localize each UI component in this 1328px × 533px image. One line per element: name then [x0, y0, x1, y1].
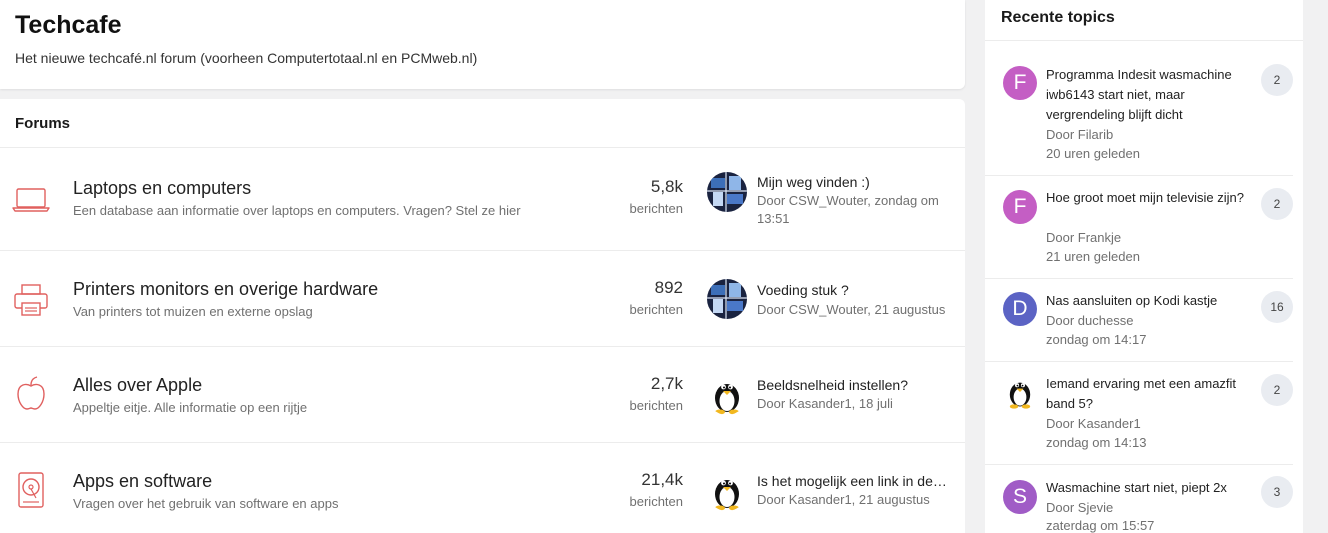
penguin-avatar[interactable]	[707, 375, 747, 415]
hard-drive-icon	[18, 472, 44, 508]
reply-count-badge: 2	[1261, 188, 1293, 220]
topic-author: Door Filarib	[1046, 127, 1114, 142]
reply-count-badge: 3	[1261, 476, 1293, 508]
penguin-avatar[interactable]	[1003, 375, 1037, 409]
penguin-avatar[interactable]	[707, 471, 747, 511]
last-post-meta: Door CSW_Wouter, 21 augustus	[757, 302, 946, 317]
topic-time: 21 uren geleden	[1046, 249, 1140, 264]
site-description: Het nieuwe techcafé.nl forum (voorheen C…	[15, 50, 478, 66]
recent-topics-heading: Recente topics	[985, 0, 1303, 41]
recent-topic-item[interactable]: F Programma Indesit wasmachine iwb6143 s…	[985, 56, 1293, 176]
recent-topic-item[interactable]: Iemand ervaring met een amazfit band 5? …	[985, 362, 1293, 465]
forum-row-printers[interactable]: Printers monitors en overige hardware Va…	[0, 251, 965, 347]
forum-name[interactable]: Apps en software	[73, 471, 212, 492]
topic-author: Door Frankje	[1046, 230, 1122, 245]
user-avatar[interactable]: F	[1003, 66, 1037, 100]
topic-title[interactable]: Nas aansluiten op Kodi kastje	[1046, 291, 1251, 311]
last-post-meta: Door Kasander1, 21 augustus	[757, 492, 930, 507]
topic-title[interactable]: Programma Indesit wasmachine iwb6143 sta…	[1046, 65, 1251, 125]
laptop-icon	[12, 188, 50, 212]
reply-count-badge: 16	[1261, 291, 1293, 323]
site-header: Techcafe Het nieuwe techcafé.nl forum (v…	[0, 0, 965, 89]
circuit-avatar[interactable]	[707, 172, 747, 212]
forum-post-count-label: berichten	[629, 302, 683, 317]
user-avatar[interactable]: D	[1003, 292, 1037, 326]
last-post-meta: Door CSW_Wouter, zondag om 13:51	[757, 193, 939, 226]
forum-name[interactable]: Printers monitors en overige hardware	[73, 279, 378, 300]
forum-name[interactable]: Laptops en computers	[73, 178, 251, 199]
forum-post-count-label: berichten	[629, 201, 683, 216]
forum-description: Appeltje eitje. Alle informatie op een r…	[73, 400, 308, 415]
last-post-meta: Door Kasander1, 18 juli	[757, 396, 893, 411]
forum-post-count: 5,8k	[650, 177, 683, 196]
topic-title[interactable]: Wasmachine start niet, piept 2x	[1046, 478, 1251, 498]
last-post-title[interactable]: Beeldsnelheid instellen?	[757, 377, 952, 393]
topic-author: Door Kasander1	[1046, 416, 1141, 431]
recent-topic-item[interactable]: F Hoe groot moet mijn televisie zijn? Do…	[985, 176, 1293, 279]
last-post-title[interactable]: Is het mogelijk een link in deze app te …	[757, 473, 952, 489]
topic-time: 20 uren geleden	[1046, 146, 1140, 161]
topic-author: Door Sjevie	[1046, 500, 1114, 515]
forum-description: Van printers tot muizen en externe opsla…	[73, 304, 313, 319]
topic-time: zaterdag om 15:57	[1046, 518, 1155, 533]
last-post-title[interactable]: Voeding stuk ?	[757, 282, 952, 298]
reply-count-badge: 2	[1261, 64, 1293, 96]
recent-topic-item[interactable]: S Wasmachine start niet, piept 2x Door S…	[985, 465, 1293, 533]
last-post-title[interactable]: Mijn weg vinden :)	[757, 174, 952, 190]
forum-post-count: 2,7k	[650, 374, 683, 393]
forum-description: Een database aan informatie over laptops…	[73, 203, 521, 218]
user-avatar[interactable]: F	[1003, 190, 1037, 224]
site-title[interactable]: Techcafe	[15, 11, 122, 40]
forum-post-count-label: berichten	[629, 494, 683, 509]
forum-row-apps[interactable]: Apps en software Vragen over het gebruik…	[0, 443, 965, 533]
recent-topics-panel: Recente topics F Programma Indesit wasma…	[985, 0, 1303, 533]
forum-post-count: 21,4k	[641, 470, 683, 489]
topic-title[interactable]: Hoe groot moet mijn televisie zijn?	[1046, 188, 1251, 208]
forum-row-laptops[interactable]: Laptops en computers Een database aan in…	[0, 148, 965, 251]
printer-icon	[14, 284, 48, 316]
circuit-avatar[interactable]	[707, 279, 747, 319]
topic-time: zondag om 14:17	[1046, 332, 1147, 347]
forums-panel: Forums Laptops en computers Een database…	[0, 99, 965, 533]
recent-topic-item[interactable]: D Nas aansluiten op Kodi kastje Door duc…	[985, 279, 1293, 362]
user-avatar[interactable]: S	[1003, 480, 1037, 514]
forums-heading: Forums	[0, 99, 965, 148]
forum-post-count: 892	[654, 278, 683, 297]
topic-author: Door duchesse	[1046, 313, 1134, 328]
forum-row-apple[interactable]: Alles over Apple Appeltje eitje. Alle in…	[0, 347, 965, 443]
topic-title[interactable]: Iemand ervaring met een amazfit band 5?	[1046, 374, 1251, 414]
apple-icon	[17, 376, 45, 410]
reply-count-badge: 2	[1261, 374, 1293, 406]
forum-name[interactable]: Alles over Apple	[73, 375, 202, 396]
forum-description: Vragen over het gebruik van software en …	[73, 496, 339, 511]
forum-post-count-label: berichten	[629, 398, 683, 413]
topic-time: zondag om 14:13	[1046, 435, 1147, 450]
